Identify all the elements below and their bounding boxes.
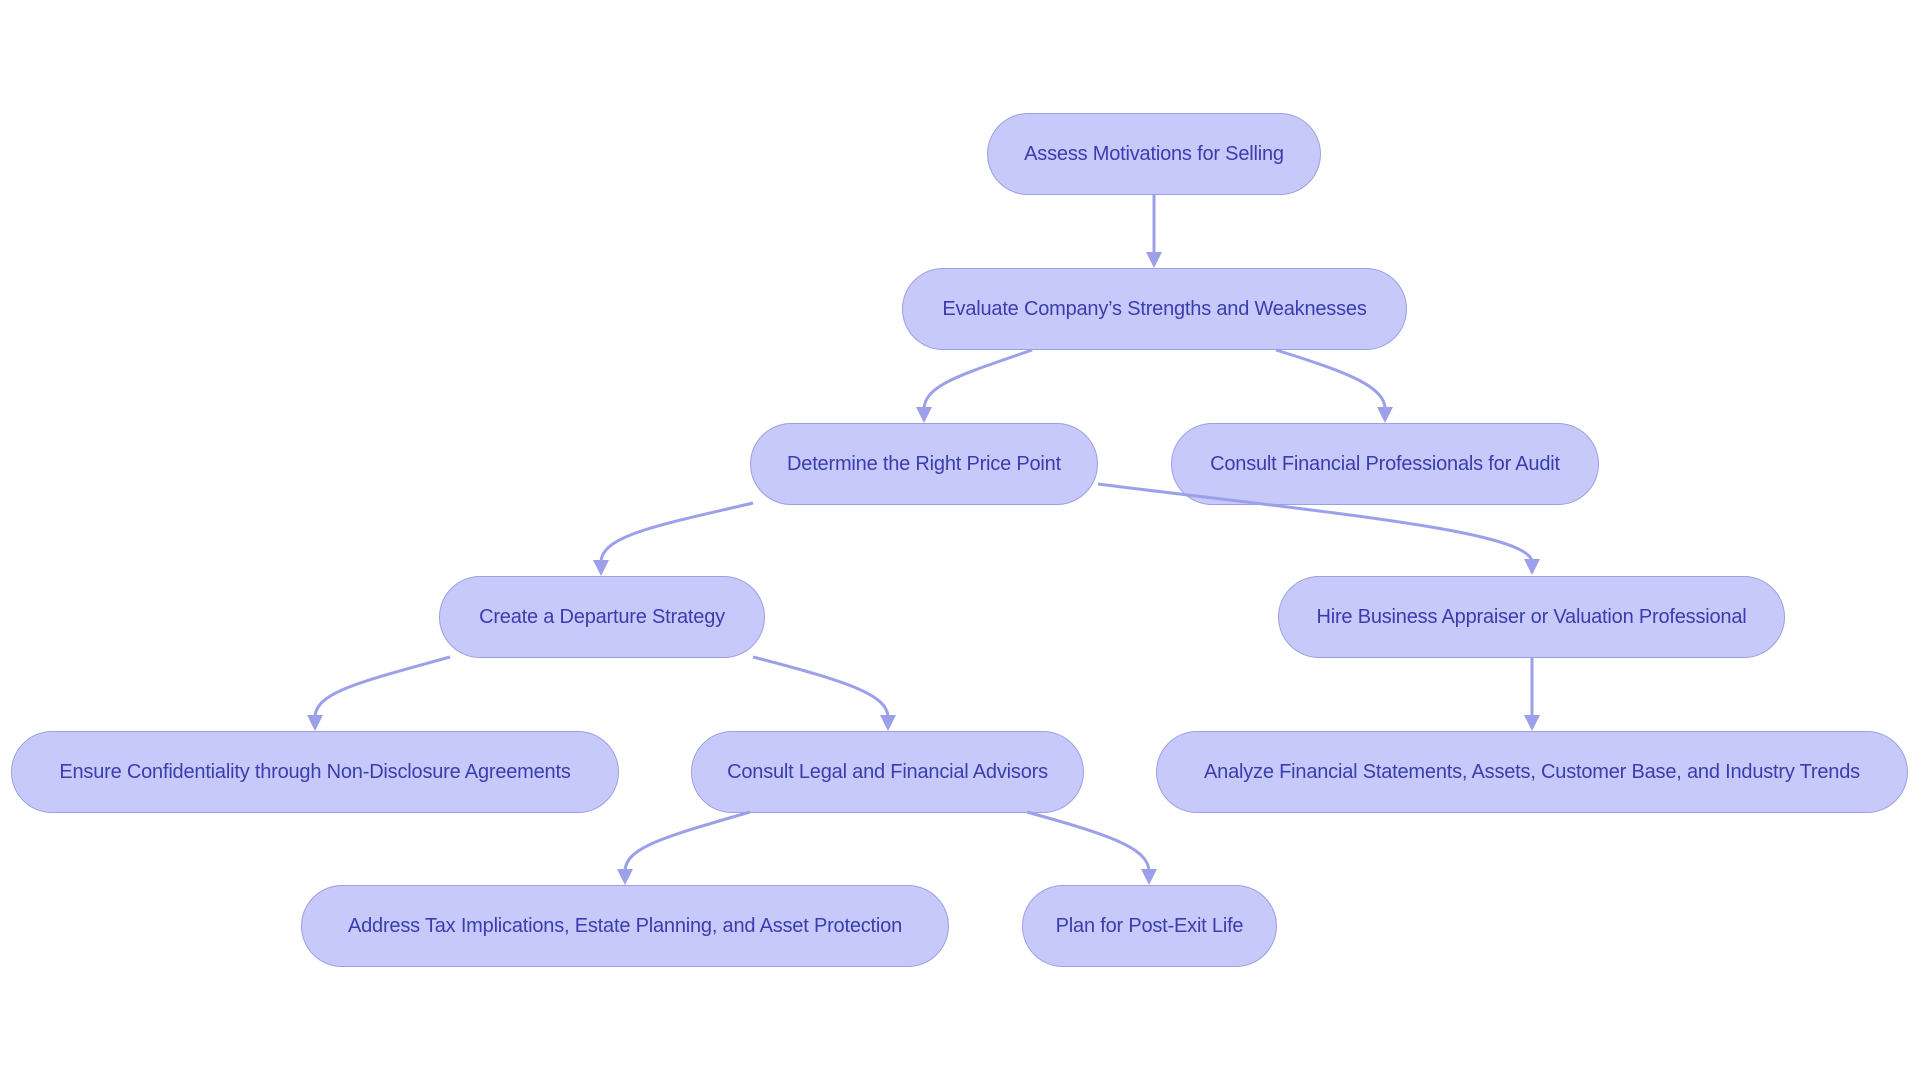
node-label: Evaluate Company’s Strengths and Weaknes… [942,297,1367,320]
edges-layer [307,195,1540,885]
node-label: Consult Legal and Financial Advisors [727,760,1048,783]
edge-price-to-departure [593,501,754,576]
arrowhead-icon [916,407,932,423]
arrowhead-icon [617,869,633,885]
arrowhead-icon [307,715,323,731]
arrowhead-icon [1377,407,1393,423]
edge-line [752,655,890,718]
node-create-departure-strategy[interactable]: Create a Departure Strategy [439,576,765,658]
node-analyze-financial-statements[interactable]: Analyze Financial Statements, Assets, Cu… [1156,731,1908,813]
edge-line [1275,348,1387,410]
edge-line [623,810,751,872]
node-ensure-confidentiality-nda[interactable]: Ensure Confidentiality through Non-Discl… [11,731,619,813]
node-evaluate-strengths-weaknesses[interactable]: Evaluate Company’s Strengths and Weaknes… [902,268,1407,350]
node-label: Plan for Post-Exit Life [1055,914,1244,937]
node-label: Consult Financial Professionals for Audi… [1210,452,1560,475]
node-assess-motivations[interactable]: Assess Motivations for Selling [987,113,1321,195]
node-consult-financial-audit[interactable]: Consult Financial Professionals for Audi… [1171,423,1599,505]
edge-assess-to-evaluate [1146,195,1162,268]
node-label: Ensure Confidentiality through Non-Discl… [59,760,571,783]
edge-line [313,655,451,718]
arrowhead-icon [593,560,609,576]
flowchart-canvas: Assess Motivations for Selling Evaluate … [0,0,1920,1080]
arrowhead-icon [1524,559,1540,575]
node-determine-price-point[interactable]: Determine the Right Price Point [750,423,1098,505]
edge-evaluate-to-price [916,348,1033,423]
node-plan-post-exit-life[interactable]: Plan for Post-Exit Life [1022,885,1277,967]
node-label: Hire Business Appraiser or Valuation Pro… [1316,605,1747,628]
arrowhead-icon [1146,252,1162,268]
node-label: Create a Departure Strategy [479,605,725,628]
node-label: Determine the Right Price Point [787,452,1061,475]
node-label: Analyze Financial Statements, Assets, Cu… [1204,760,1860,783]
edge-evaluate-to-audit [1275,348,1393,423]
edge-advisors-to-postexit [1026,810,1157,885]
node-address-tax-implications[interactable]: Address Tax Implications, Estate Plannin… [301,885,949,967]
edge-advisors-to-tax [617,810,751,885]
arrowhead-icon [880,715,896,731]
edge-departure-to-nda [307,655,451,731]
edge-line [922,348,1033,410]
arrowhead-icon [1141,869,1157,885]
node-label: Address Tax Implications, Estate Plannin… [347,914,902,937]
edge-departure-to-advisors [752,655,896,731]
edge-appraiser-to-analyze [1524,658,1540,731]
node-hire-business-appraiser[interactable]: Hire Business Appraiser or Valuation Pro… [1278,576,1785,658]
arrowhead-icon [1524,715,1540,731]
node-consult-legal-financial-advisors[interactable]: Consult Legal and Financial Advisors [691,731,1084,813]
edge-line [599,501,754,563]
edge-line [1026,810,1151,872]
node-label: Assess Motivations for Selling [1024,142,1284,165]
